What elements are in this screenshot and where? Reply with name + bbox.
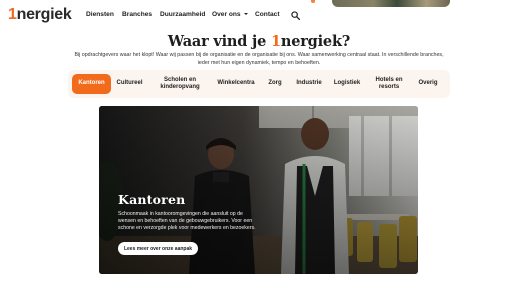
- hero-title: Kantoren: [118, 192, 186, 207]
- tab-logistiek[interactable]: Logistiek: [330, 74, 364, 94]
- tab-winkelcentra[interactable]: Winkelcentra: [214, 74, 258, 94]
- logo[interactable]: 1nergiek: [8, 6, 72, 24]
- branch-tabs: Kantoren Cultureel Scholen en kinderopva…: [68, 70, 450, 98]
- read-more-button[interactable]: Lees meer over onze aanpak: [118, 242, 198, 255]
- tab-kantoren[interactable]: Kantoren: [72, 74, 111, 94]
- page-title-end: nergiek?: [280, 33, 351, 50]
- tab-scholen-en-kinderopvang[interactable]: Scholen en kinderopvang: [152, 74, 208, 94]
- intro-text: Bij opdrachtgevers waar het klopt! Waar …: [74, 52, 444, 66]
- search-icon[interactable]: [291, 11, 300, 20]
- tab-overig[interactable]: Overig: [412, 74, 444, 94]
- header-photo: [332, 0, 450, 7]
- nav-over-ons-label: Over ons: [212, 11, 241, 18]
- tab-industrie[interactable]: Industrie: [292, 74, 326, 94]
- chevron-down-icon: [243, 13, 248, 15]
- page-title-start: Waar vind je: [167, 33, 271, 50]
- hero-description: Schoonmaak in kantooromgevingen die aans…: [118, 211, 256, 231]
- tab-cultureel[interactable]: Cultureel: [112, 74, 147, 94]
- logo-one: 1: [8, 6, 17, 23]
- logo-text: nergiek: [16, 6, 72, 23]
- tab-zorg[interactable]: Zorg: [263, 74, 287, 94]
- site-header: 1nergiek Diensten Branches Duurzaamheid …: [0, 0, 518, 30]
- nav-diensten[interactable]: Diensten: [86, 11, 114, 18]
- nav-over-ons[interactable]: Over ons: [212, 11, 248, 18]
- page-title-one: 1: [270, 33, 281, 50]
- header-accent-mark: [311, 0, 315, 3]
- page-title: Waar vind je 1nergiek?: [0, 33, 518, 50]
- nav-contact[interactable]: Contact: [255, 11, 280, 18]
- hero-card: Kantoren Schoonmaak in kantooromgevingen…: [99, 106, 418, 274]
- nav-branches[interactable]: Branches: [122, 11, 152, 18]
- tab-hotels-en-resorts[interactable]: Hotels en resorts: [370, 74, 408, 94]
- nav-duurzaamheid[interactable]: Duurzaamheid: [160, 11, 205, 18]
